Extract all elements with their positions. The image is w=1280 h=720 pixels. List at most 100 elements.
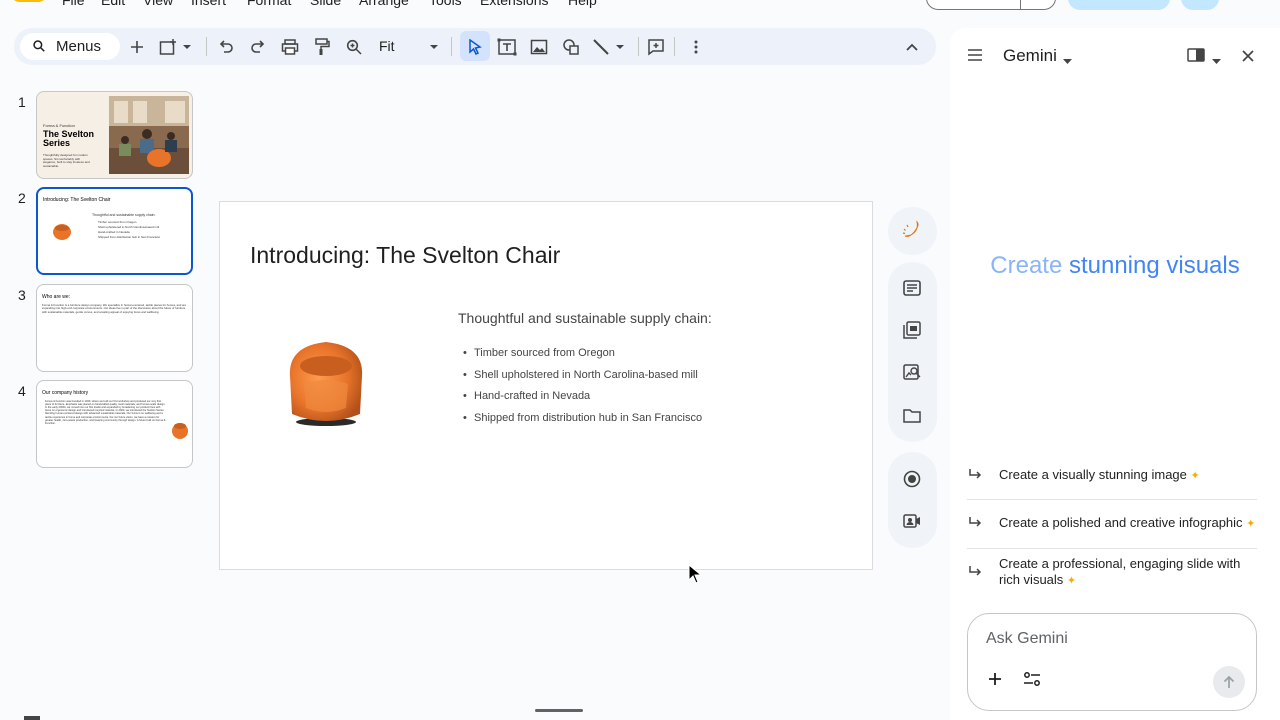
slideshow-button[interactable] [926, 0, 1056, 10]
menu-format[interactable]: Format [247, 0, 291, 8]
toolbar-divider [451, 37, 452, 56]
search-menus-button[interactable]: Menus [20, 33, 120, 60]
menu-insert[interactable]: Insert [191, 0, 226, 8]
slide-number: 2 [18, 190, 26, 206]
gemini-hero-heading: Create stunning visuals [950, 252, 1280, 280]
sparkle-banana-icon: ✦ [1066, 575, 1077, 587]
slide-number: 4 [18, 383, 26, 399]
slide-canvas[interactable]: Introducing: The Svelton Chair Thoughtfu… [219, 201, 873, 570]
slide-number: 3 [18, 287, 26, 303]
grid-view-icon[interactable] [24, 716, 40, 720]
menu-slide[interactable]: Slide [310, 0, 341, 8]
send-button[interactable] [1213, 666, 1245, 698]
gemini-top-button[interactable] [1181, 0, 1219, 10]
menu-extensions[interactable]: Extensions [480, 0, 548, 8]
redo-icon[interactable] [247, 36, 269, 58]
office-photo-image [109, 96, 189, 174]
banana-icon[interactable] [900, 219, 924, 243]
print-icon[interactable] [279, 36, 301, 58]
slide-bullet: Hand-crafted in Nevada [463, 390, 702, 412]
gemini-title-dropdown-icon[interactable] [1063, 52, 1072, 70]
add-comment-icon[interactable] [645, 36, 667, 58]
more-options-icon[interactable] [685, 36, 707, 58]
record-icon[interactable] [900, 467, 924, 491]
image-search-icon[interactable] [900, 361, 924, 385]
folder-icon[interactable] [900, 403, 924, 427]
layout-dropdown-icon[interactable] [176, 36, 198, 58]
thumb-body: Thoughtfully designed for modern spaces.… [43, 153, 90, 168]
suggestion-divider [967, 499, 1257, 500]
hero-text-strong: stunning visuals [1068, 252, 1240, 279]
suggestion-divider [967, 548, 1257, 549]
new-slide-icon[interactable] [126, 36, 148, 58]
reply-arrow-icon [969, 517, 982, 527]
panel-layout-icon[interactable] [1187, 48, 1205, 67]
toolbar-divider [206, 37, 207, 56]
menu-file[interactable]: File [62, 0, 85, 8]
thumb-bullet: Shipped from distribution hub in San Fra… [98, 235, 161, 239]
gemini-title[interactable]: Gemini [1003, 46, 1057, 66]
slide-thumbnail-2[interactable]: Introducing: The Svelton Chair Thoughtfu… [36, 187, 193, 275]
line-dropdown-icon[interactable] [609, 36, 631, 58]
sparkle-banana-icon: ✦ [1190, 470, 1200, 482]
menu-help[interactable]: Help [568, 0, 597, 8]
thumb-subtitle: Thoughtful and sustainable supply chain: [92, 213, 156, 217]
slides-logo[interactable] [10, 0, 48, 2]
toolbar: Menus Fit [14, 28, 936, 65]
hamburger-menu-icon[interactable] [967, 48, 983, 66]
suggestion-text: Create a visually stunning image ✦ [999, 467, 1200, 482]
thumb-title: Introducing: The Svelton Chair [43, 197, 111, 203]
notes-icon[interactable] [900, 276, 924, 300]
gemini-input-box [967, 613, 1257, 711]
menu-bar: File Edit View Insert Format Slide Arran… [0, 0, 940, 12]
thumb-title: Our company history [42, 390, 89, 396]
chair-image[interactable] [282, 336, 370, 428]
thumb-body: Forma & Function was founded in 1949, wh… [45, 400, 166, 425]
zoom-dropdown-icon[interactable] [423, 36, 445, 58]
video-call-icon[interactable] [900, 509, 924, 533]
reply-arrow-icon [969, 469, 982, 479]
toolbar-divider [674, 37, 675, 56]
zoom-icon[interactable] [343, 36, 365, 58]
slide-title[interactable]: Introducing: The Svelton Chair [250, 242, 560, 269]
speaker-notes-resize-handle[interactable] [535, 709, 583, 712]
close-icon[interactable] [1242, 49, 1254, 67]
mouse-cursor-icon [688, 564, 702, 584]
select-cursor-icon[interactable] [464, 36, 486, 58]
share-button[interactable] [1068, 0, 1170, 10]
slides-library-icon[interactable] [900, 318, 924, 342]
tools-settings-icon[interactable] [1023, 672, 1041, 691]
image-icon[interactable] [528, 36, 550, 58]
menu-tools[interactable]: Tools [429, 0, 462, 8]
thumb-chair-image [172, 423, 188, 439]
paint-format-icon[interactable] [311, 36, 333, 58]
slide-subtitle[interactable]: Thoughtful and sustainable supply chain: [458, 310, 712, 326]
hero-text-light: Create [990, 252, 1069, 279]
collapse-toolbar-icon[interactable] [901, 36, 923, 58]
shape-icon[interactable] [560, 36, 582, 58]
suggestion-text: Create a professional, engaging slide wi… [999, 556, 1241, 587]
reply-arrow-icon [969, 566, 982, 576]
menu-edit[interactable]: Edit [101, 0, 125, 8]
ask-gemini-input[interactable] [986, 630, 1236, 648]
undo-icon[interactable] [215, 36, 237, 58]
slide-thumbnail-4[interactable]: Our company history Forma & Function was… [36, 380, 193, 468]
search-icon [33, 40, 45, 52]
thumb-title: Who are we: [42, 294, 71, 300]
zoom-value[interactable]: Fit [379, 38, 395, 54]
panel-layout-dropdown-icon[interactable] [1212, 52, 1221, 70]
thumb-chair-image [53, 224, 71, 240]
add-attachment-icon[interactable] [988, 672, 1002, 691]
slide-thumbnail-3[interactable]: Who are we: Forma & Function is a furnit… [36, 284, 193, 372]
slide-thumbnail-1[interactable]: Forma & Function The Svelton Series Thou… [36, 91, 193, 179]
slide-bullet: Timber sourced from Oregon [463, 347, 702, 369]
slide-bullet-list[interactable]: Timber sourced from Oregon Shell upholst… [463, 347, 702, 434]
gemini-panel: Gemini Create stunning visuals Create a … [950, 28, 1280, 720]
thumb-title: The Svelton Series [43, 129, 95, 149]
text-box-icon[interactable] [496, 36, 518, 58]
menu-view[interactable]: View [143, 0, 173, 8]
slide-bullet: Shipped from distribution hub in San Fra… [463, 412, 702, 434]
menu-arrange[interactable]: Arrange [359, 0, 409, 8]
thumb-body: Forma & Function is a furniture design c… [42, 303, 187, 314]
sparkle-banana-icon: ✦ [1246, 518, 1256, 530]
